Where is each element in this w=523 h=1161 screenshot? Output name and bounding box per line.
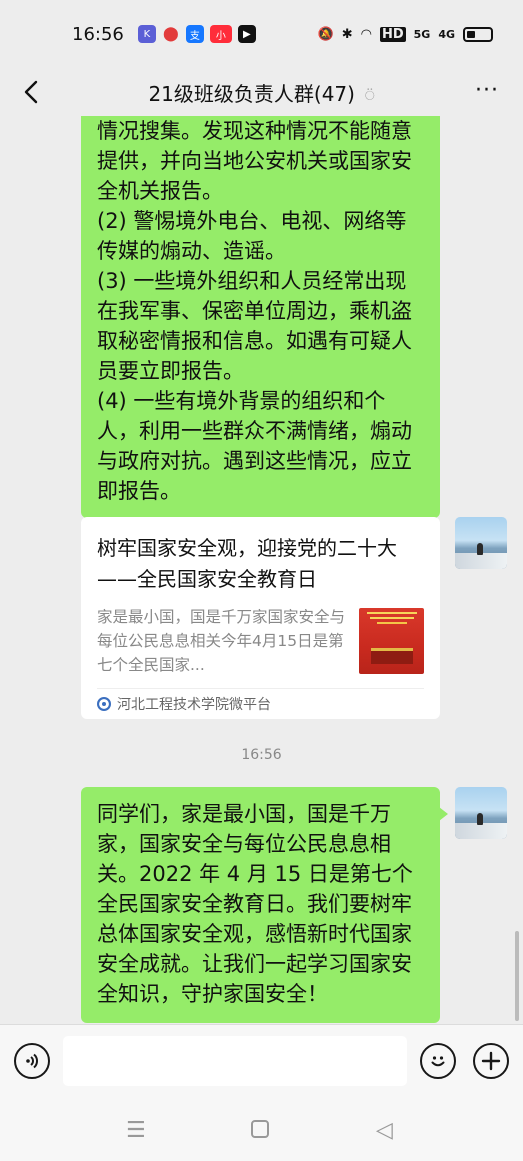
message-text: (3) 一些境外组织和人员经常出现在我军事、保密单位周边，乘机盗取秘密情报和信息… — [97, 269, 412, 383]
article-card[interactable]: 树牢国家安全观，迎接党的二十大——全民国家安全教育日 家是最小国，国是千万家国家… — [81, 517, 440, 719]
mute-bell-icon: ⍥ — [364, 85, 375, 105]
message-text: 同学们，家是最小国，国是千万家，国家安全与每位公民息息相关。2022 年 4 月… — [97, 802, 413, 1006]
bluetooth-icon: ✱ — [341, 26, 353, 42]
video-app-icon: ▶ — [237, 25, 256, 43]
message-timestamp: 16:56 — [241, 747, 282, 763]
avatar[interactable] — [455, 517, 507, 569]
mute-icon: 🔕 — [317, 26, 334, 42]
message-text: (4) 一些有境外背景的组织和个人，利用一些群众不满情绪，煽动与政府对抗。遇到这… — [97, 389, 412, 503]
emoji-icon[interactable] — [420, 1043, 456, 1079]
voice-waves-icon — [26, 1053, 38, 1069]
card-divider — [97, 688, 424, 689]
home-icon[interactable] — [251, 1120, 269, 1138]
official-account-icon — [97, 697, 111, 711]
input-bar — [0, 1024, 523, 1100]
page-title: 21级班级负责人群(47) ⍥ — [0, 78, 523, 107]
source-name: 河北工程技术学院微平台 — [117, 697, 271, 713]
article-title: 树牢国家安全观，迎接党的二十大——全民国家安全教育日 — [97, 536, 397, 591]
signal-4g-icon: 4G — [438, 27, 455, 41]
smiley-face-icon — [431, 1056, 445, 1067]
map-pin-icon: ⬤ — [161, 25, 180, 43]
scrollbar[interactable] — [515, 931, 519, 1021]
system-navigation-bar: ☰ ◁ — [0, 1100, 523, 1161]
article-thumbnail — [359, 608, 424, 674]
plus-icon[interactable] — [473, 1043, 509, 1079]
signal-5g-icon: 5G — [413, 27, 431, 41]
menu-icon[interactable]: ☰ — [126, 1118, 146, 1143]
k-app-icon: K — [137, 25, 156, 43]
back-triangle-icon[interactable]: ◁ — [376, 1118, 393, 1143]
avatar[interactable] — [455, 787, 507, 839]
chat-header: 21级班级负责人群(47) ⍥ ··· — [0, 68, 523, 116]
article-description: 家是最小国，国是千万家国家安全与每位公民息息相关今年4月15日是第七个全民国家.… — [97, 608, 346, 674]
message-text: (2) 警惕境外电台、电视、网络等传媒的煽动、造谣。 — [97, 209, 407, 263]
status-indicators: 🔕 ✱ ◠ HD 5G 4G — [317, 26, 493, 42]
message-text: 情况搜集。发现这种情况不能随意提供，并向当地公安机关或国家安全机关报告。 — [97, 119, 412, 203]
status-time: 16:56 — [72, 23, 124, 45]
alipay-icon: 支 — [185, 25, 204, 43]
message-list[interactable]: 情况搜集。发现这种情况不能随意提供，并向当地公安机关或国家安全机关报告。 (2)… — [0, 116, 523, 1024]
voice-icon[interactable] — [14, 1043, 50, 1079]
wifi-icon: ◠ — [360, 26, 372, 42]
status-bar: 16:56 K ⬤ 支 小 ▶ 🔕 ✱ ◠ HD 5G 4G — [0, 0, 523, 68]
red-app-icon: 小 — [209, 25, 232, 43]
article-source: 河北工程技术学院微平台 — [97, 694, 271, 714]
message-bubble[interactable]: 同学们，家是最小国，国是千万家，国家安全与每位公民息息相关。2022 年 4 月… — [81, 787, 448, 1023]
more-options-button[interactable]: ··· — [475, 78, 499, 103]
message-bubble[interactable]: 情况搜集。发现这种情况不能随意提供，并向当地公安机关或国家安全机关报告。 (2)… — [81, 116, 440, 518]
battery-icon — [463, 26, 493, 42]
message-input[interactable] — [63, 1036, 407, 1086]
add-icon — [481, 1051, 501, 1071]
hd-icon: HD — [379, 26, 406, 42]
group-name: 21级班级负责人群(47) — [148, 81, 355, 106]
status-app-icons: K ⬤ 支 小 ▶ — [137, 25, 256, 43]
